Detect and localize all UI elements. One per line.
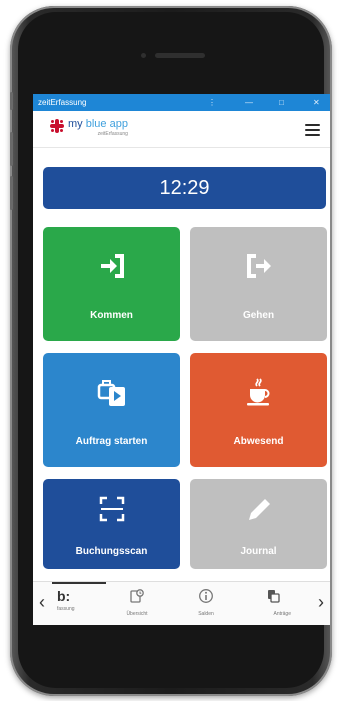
nav-label-erfassung: fassung	[57, 606, 75, 612]
nav-next-icon[interactable]: ›	[318, 592, 324, 613]
nav-item-antraege[interactable]: Anträge	[249, 588, 297, 617]
app-header: my blue app zeitErfassung	[33, 111, 330, 148]
phone-side-button	[10, 92, 13, 110]
nav-prev-icon[interactable]: ‹	[39, 592, 45, 613]
abwesend-label: Abwesend	[233, 436, 284, 447]
auftrag-starten-button[interactable]: Auftrag starten	[43, 353, 180, 467]
window-titlebar: zeitErfassung ⋮ — □ ✕	[33, 94, 330, 111]
scan-icon	[99, 496, 124, 522]
more-icon[interactable]: ⋮	[208, 94, 216, 111]
gehen-button[interactable]: Gehen	[190, 227, 327, 341]
logo-text-my: my	[68, 118, 83, 130]
nav-label-uebersicht: Übersicht	[126, 611, 148, 617]
nav-label-antraege: Anträge	[273, 611, 291, 617]
info-icon	[199, 589, 213, 603]
earpiece-speaker	[155, 53, 205, 58]
buchungsscan-button[interactable]: Buchungsscan	[43, 479, 180, 569]
brand-logo: my blue app zeitErfassung	[50, 118, 128, 137]
coffee-cup-icon	[246, 378, 269, 406]
time-display: 12:29	[43, 167, 326, 209]
abwesend-button[interactable]: Abwesend	[190, 353, 327, 467]
login-icon	[100, 254, 124, 278]
logout-icon	[246, 254, 271, 278]
kommen-button[interactable]: Kommen	[43, 227, 180, 341]
menu-icon[interactable]	[305, 124, 320, 139]
buchungsscan-label: Buchungsscan	[75, 546, 148, 557]
logo-mark-icon	[50, 119, 64, 133]
gehen-label: Gehen	[242, 310, 275, 321]
front-camera	[141, 53, 146, 58]
briefcase-play-icon	[97, 380, 125, 406]
current-time: 12:29	[159, 176, 210, 199]
journal-button[interactable]: Journal	[190, 479, 327, 569]
bottom-nav: ‹ b: fassung Übersicht Salden Anträge ›	[33, 581, 330, 625]
phone-volume-down-button	[10, 176, 13, 210]
request-icon	[268, 590, 280, 603]
nav-item-erfassung[interactable]: b: fassung	[51, 588, 99, 612]
nav-item-salden[interactable]: Salden	[182, 588, 230, 617]
nav-label-salden: Salden	[198, 611, 214, 617]
minimize-icon[interactable]: —	[245, 94, 253, 111]
nav-item-uebersicht[interactable]: Übersicht	[113, 588, 161, 617]
phone-chin	[33, 625, 330, 675]
app-screen: zeitErfassung ⋮ — □ ✕ my blue app zeitEr…	[33, 94, 330, 625]
clock-grid-icon: b:	[57, 588, 71, 604]
window-title: zeitErfassung	[38, 98, 87, 107]
logo-text-blue-app: blue app	[85, 118, 128, 130]
pencil-icon	[248, 499, 270, 520]
logo-subtitle: zeitErfassung	[97, 131, 128, 137]
journal-label: Journal	[240, 546, 277, 557]
overview-icon	[130, 589, 144, 603]
active-tab-indicator	[52, 582, 106, 584]
kommen-label: Kommen	[90, 310, 133, 321]
close-icon[interactable]: ✕	[313, 94, 320, 111]
auftrag-starten-label: Auftrag starten	[75, 436, 148, 447]
phone-volume-up-button	[10, 132, 13, 166]
maximize-icon[interactable]: □	[279, 94, 284, 111]
